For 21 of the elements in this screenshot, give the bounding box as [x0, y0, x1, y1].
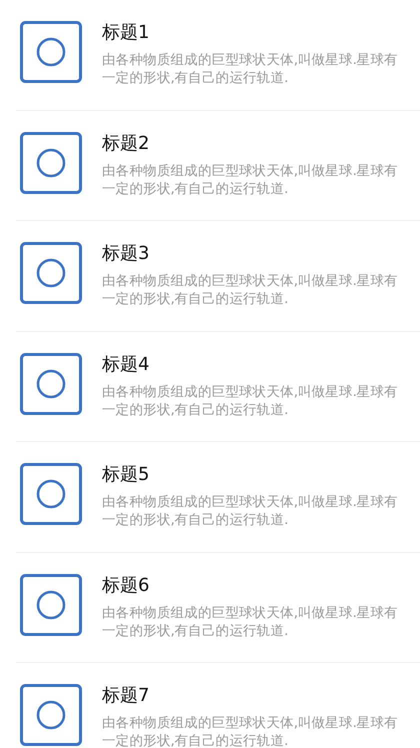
item-description: 由各种物质组成的巨型球状天体,叫做星球.星球有一定的形状,有自己的运行轨道.: [102, 382, 399, 418]
item-title: 标题4: [102, 352, 150, 376]
item-description: 由各种物质组成的巨型球状天体,叫做星球.星球有一定的形状,有自己的运行轨道.: [102, 604, 399, 640]
item-description: 由各种物质组成的巨型球状天体,叫做星球.星球有一定的形状,有自己的运行轨道.: [102, 493, 399, 529]
list-item[interactable]: 标题3 由各种物质组成的巨型球状天体,叫做星球.星球有一定的形状,有自己的运行轨道.: [16, 221, 420, 332]
item-title: 标题5: [102, 463, 150, 487]
item-title: 标题3: [102, 242, 150, 266]
list-item[interactable]: 标题2 由各种物质组成的巨型球状天体,叫做星球.星球有一定的形状,有自己的运行轨道.: [16, 110, 420, 221]
item-description: 由各种物质组成的巨型球状天体,叫做星球.星球有一定的形状,有自己的运行轨道.: [102, 714, 399, 748]
item-description: 由各种物质组成的巨型球状天体,叫做星球.星球有一定的形状,有自己的运行轨道.: [102, 272, 399, 308]
item-title: 标题7: [102, 684, 150, 708]
list-item[interactable]: 标题1 由各种物质组成的巨型球状天体,叫做星球.星球有一定的形状,有自己的运行轨道.: [16, 0, 420, 110]
list-item[interactable]: 标题6 由各种物质组成的巨型球状天体,叫做星球.星球有一定的形状,有自己的运行轨道.: [16, 552, 420, 663]
item-title: 标题6: [102, 574, 150, 598]
item-title: 标题2: [102, 132, 150, 156]
item-description: 由各种物质组成的巨型球状天体,叫做星球.星球有一定的形状,有自己的运行轨道.: [102, 51, 399, 87]
item-description: 由各种物质组成的巨型球状天体,叫做星球.星球有一定的形状,有自己的运行轨道.: [102, 162, 399, 198]
list-item[interactable]: 标题4 由各种物质组成的巨型球状天体,叫做星球.星球有一定的形状,有自己的运行轨道.: [16, 332, 420, 442]
item-title: 标题1: [102, 21, 150, 45]
list-item[interactable]: 标题5 由各种物质组成的巨型球状天体,叫做星球.星球有一定的形状,有自己的运行轨道.: [16, 442, 420, 552]
list-item[interactable]: 标题7 由各种物质组成的巨型球状天体,叫做星球.星球有一定的形状,有自己的运行轨道.: [16, 663, 420, 748]
